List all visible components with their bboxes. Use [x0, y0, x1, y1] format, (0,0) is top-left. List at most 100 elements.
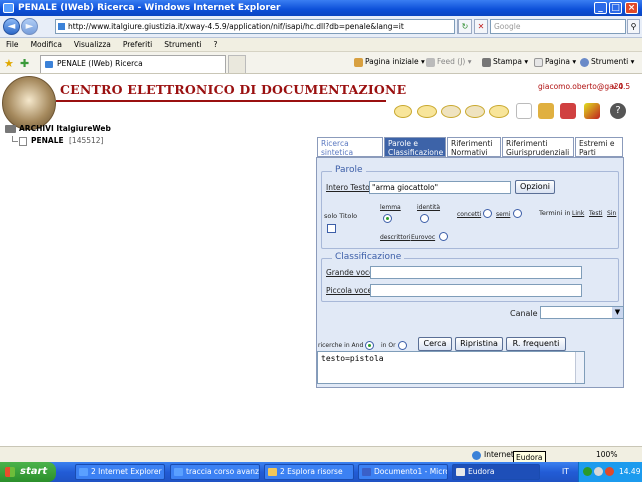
tray-icon-1[interactable] — [583, 467, 592, 476]
identita-label: identità — [417, 204, 441, 211]
maximize-button[interactable]: □ — [609, 2, 622, 14]
menu-strumenti[interactable]: Strumenti — [164, 40, 201, 49]
opzioni-button[interactable]: Opzioni — [515, 180, 555, 194]
print-button[interactable]: Stampa ▾ — [482, 56, 528, 68]
task-documento[interactable]: Documento1 - Micro... — [358, 464, 448, 480]
oval-icon-4[interactable] — [465, 105, 485, 118]
concetti-radio[interactable] — [483, 209, 492, 218]
cerca-button[interactable]: Cerca — [418, 337, 452, 351]
menu-help[interactable]: ? — [214, 40, 218, 49]
tree-item-penale[interactable]: PENALE [145512] — [5, 136, 111, 147]
home-button[interactable]: Pagina iniziale ▾ — [354, 56, 425, 68]
emblem-logo — [2, 76, 56, 130]
menu-modifica[interactable]: Modifica — [31, 40, 62, 49]
favorites-star-icon[interactable]: ★ — [4, 57, 14, 70]
print-label: Stampa — [493, 57, 522, 66]
bag-icon[interactable] — [538, 103, 554, 119]
task-label-3: Documento1 - Micro... — [374, 467, 447, 476]
search-icon[interactable]: ⚲ — [627, 19, 640, 34]
descrittori-radio[interactable] — [439, 232, 448, 241]
ripristina-button[interactable]: Ripristina — [455, 337, 503, 351]
canale-label: Canale — [510, 309, 538, 318]
menu-file[interactable]: File — [6, 40, 19, 49]
tab-estremi-parti[interactable]: Estremi e Parti — [575, 137, 623, 157]
title-underline — [56, 100, 386, 102]
classificazione-fieldset: Classificazione Grande voce Piccola voce — [321, 252, 619, 302]
pencil-icon[interactable] — [584, 103, 600, 119]
solo-titolo-checkbox[interactable] — [327, 224, 336, 233]
close-button[interactable]: × — [625, 2, 638, 14]
window-title: PENALE (IWeb) Ricerca - Windows Internet… — [18, 3, 281, 13]
task-internet-explorer[interactable]: 2 Internet Explorer — [75, 464, 165, 480]
help-icon[interactable]: ? — [610, 103, 626, 119]
tab-riferimenti-giurisprudenziali[interactable]: Riferimenti Giurisprudenziali — [502, 137, 574, 157]
link-label[interactable]: Link — [572, 210, 584, 217]
intero-testo-input[interactable]: "arma giocattolo" — [369, 181, 511, 194]
tab-parole-label: Parole e Classificazione — [388, 139, 444, 157]
lemma-radio[interactable] — [383, 214, 392, 223]
document-icon — [19, 137, 27, 146]
page-menu-icon — [534, 58, 543, 67]
oval-icon-1[interactable] — [394, 105, 412, 118]
termini-in-label: Termini in — [539, 209, 571, 217]
piccola-voce-input[interactable] — [370, 284, 582, 297]
scissors-icon[interactable] — [560, 103, 576, 119]
language-indicator[interactable]: IT — [562, 462, 569, 482]
page-menu-button[interactable]: Pagina ▾ — [534, 56, 576, 68]
frequenti-button[interactable]: R. frequenti — [506, 337, 566, 351]
parole-legend: Parole — [332, 165, 366, 175]
eudora-icon — [456, 468, 465, 476]
oval-icon-5[interactable] — [489, 105, 509, 118]
start-button[interactable]: start — [0, 462, 56, 482]
home-label: Pagina iniziale — [365, 57, 419, 66]
piccola-voce-label[interactable]: Piccola voce — [326, 286, 372, 295]
tab-parole-classificazione[interactable]: Parole e Classificazione — [384, 137, 446, 157]
browser-tab[interactable]: PENALE (IWeb) Ricerca — [40, 55, 226, 73]
testi-label[interactable]: Testi — [589, 210, 602, 217]
canale-select[interactable]: ▼ — [540, 306, 624, 319]
forward-button[interactable]: ► — [21, 18, 38, 35]
query-textarea[interactable]: testo=pistola — [317, 351, 585, 384]
new-tab-button[interactable] — [228, 55, 246, 73]
zoom-label[interactable]: 100% — [596, 447, 617, 462]
search-form: Parole Intero Testo "arma giocattolo" Op… — [316, 157, 624, 388]
oval-icon-2[interactable] — [417, 105, 437, 118]
oval-icon-3[interactable] — [441, 105, 461, 118]
tree-root[interactable]: ARCHIVI ItalgiureWeb — [5, 124, 111, 135]
identita-radio[interactable] — [420, 214, 429, 223]
ripristina-label: Ripristina — [460, 339, 498, 348]
url-input[interactable]: http://www.italgiure.giustizia.it/xway-4… — [55, 19, 455, 34]
tools-menu-button[interactable]: Strumenti ▾ — [580, 56, 634, 68]
task-esplora-risorse[interactable]: 2 Esplora risorse — [264, 464, 354, 480]
page-icon — [58, 23, 65, 30]
tray-icon-3[interactable] — [605, 467, 614, 476]
minimize-button[interactable]: _ — [594, 2, 607, 14]
globe-icon — [472, 451, 481, 460]
ie-task-icon — [79, 468, 88, 476]
network-icon[interactable] — [516, 103, 532, 119]
tray-icon-2[interactable] — [594, 467, 603, 476]
task-traccia[interactable]: traccia corso avanz... — [170, 464, 260, 480]
back-button[interactable]: ◄ — [3, 18, 20, 35]
user-name: giacomo.oberto@ga20 — [538, 82, 624, 91]
task-eudora[interactable]: Eudora — [452, 464, 540, 480]
stop-icon[interactable]: ✕ — [474, 19, 488, 34]
or-radio[interactable] — [398, 341, 407, 350]
system-tray: 14.49 — [578, 462, 642, 482]
grande-voce-label[interactable]: Grande voce — [326, 268, 374, 277]
tab-riferimenti-normativi[interactable]: Riferimenti Normativi — [447, 137, 501, 157]
grande-voce-input[interactable] — [370, 266, 582, 279]
search-input[interactable]: Google — [490, 19, 626, 34]
and-radio[interactable] — [365, 341, 374, 350]
textarea-scrollbar[interactable] — [575, 352, 584, 383]
menu-visualizza[interactable]: Visualizza — [74, 40, 111, 49]
refresh-icon[interactable]: ↻ — [458, 19, 472, 34]
sin-label[interactable]: Sin — [607, 210, 616, 217]
semi-radio[interactable] — [513, 209, 522, 218]
menu-preferiti[interactable]: Preferiti — [123, 40, 152, 49]
add-favorite-icon[interactable]: ✚ — [20, 57, 29, 70]
feed-button[interactable]: Feed (J) ▾ — [426, 56, 472, 68]
intero-testo-label[interactable]: Intero Testo — [326, 183, 370, 192]
tab-ricerca-sintetica[interactable]: Ricerca sintetica — [317, 137, 383, 157]
tab-ricerca-sintetica-label: Ricerca sintetica — [321, 139, 354, 157]
